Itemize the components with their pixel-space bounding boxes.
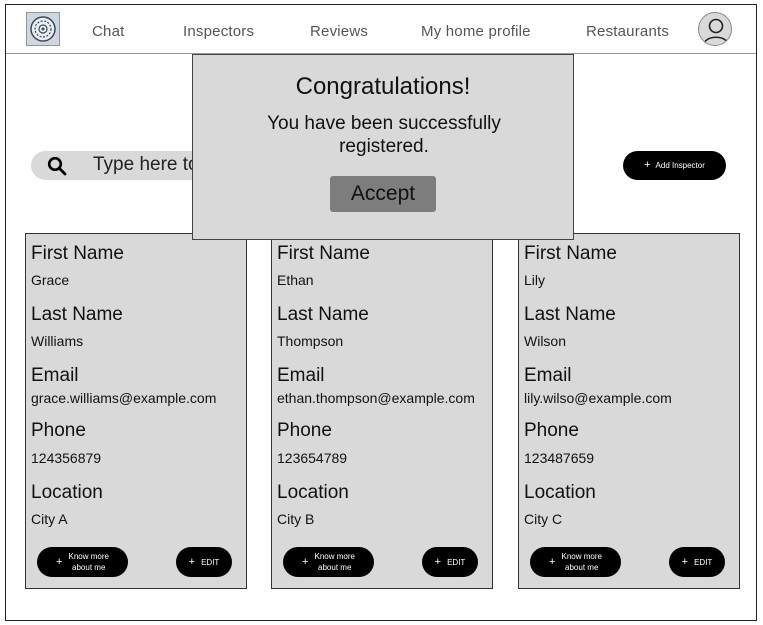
phone-value: 123654789	[277, 450, 348, 466]
edit-label: EDIT	[201, 557, 220, 567]
know-more-line2: about me	[565, 563, 599, 572]
know-more-button[interactable]: + Know more about me	[283, 547, 374, 577]
add-inspector-button[interactable]: + Add Inspector	[623, 151, 726, 180]
phone-label: Phone	[277, 420, 332, 441]
modal-message: You have been successfully registered.	[267, 113, 501, 157]
plus-icon: +	[188, 555, 196, 568]
plus-icon: +	[302, 555, 309, 568]
app-logo-icon[interactable]	[26, 12, 60, 46]
plus-icon: +	[644, 159, 651, 171]
registration-success-modal: Congratulations! You have been successfu…	[192, 54, 574, 240]
location-value: City C	[524, 511, 563, 527]
last-name-label: Last Name	[277, 304, 369, 325]
nav-reviews[interactable]: Reviews	[310, 23, 368, 40]
plus-icon: +	[681, 555, 689, 568]
location-value: City B	[277, 511, 315, 527]
edit-button[interactable]: + EDIT	[422, 547, 478, 577]
add-inspector-label: Add Inspector	[655, 161, 705, 170]
first-name-label: First Name	[277, 243, 370, 264]
plus-icon: +	[549, 555, 556, 568]
email-value: lily.wilso@example.com	[524, 390, 672, 406]
accept-button[interactable]: Accept	[330, 176, 436, 212]
email-label: Email	[277, 365, 325, 386]
search-icon	[47, 156, 67, 176]
nav-inspectors[interactable]: Inspectors	[183, 23, 254, 40]
first-name-value: Grace	[31, 272, 70, 288]
location-label: Location	[277, 482, 349, 503]
know-more-line2: about me	[318, 563, 352, 572]
last-name-label: Last Name	[524, 304, 616, 325]
edit-button[interactable]: + EDIT	[669, 547, 725, 577]
email-value: grace.williams@example.com	[31, 390, 217, 406]
know-more-line1: Know more	[68, 552, 109, 561]
phone-label: Phone	[31, 420, 86, 441]
last-name-value: Thompson	[277, 333, 344, 349]
nav-my-home-profile[interactable]: My home profile	[421, 23, 531, 40]
know-more-line1: Know more	[561, 552, 602, 561]
first-name-label: First Name	[31, 243, 124, 264]
top-navbar: Chat Inspectors Reviews My home profile …	[6, 5, 756, 54]
phone-label: Phone	[524, 420, 579, 441]
modal-title: Congratulations!	[295, 73, 471, 100]
email-value: ethan.thompson@example.com	[277, 390, 475, 406]
phone-value: 123487659	[524, 450, 595, 466]
last-name-value: Williams	[31, 333, 84, 349]
email-label: Email	[31, 365, 79, 386]
edit-label: EDIT	[694, 557, 713, 567]
plus-icon: +	[434, 555, 442, 568]
nav-chat[interactable]: Chat	[92, 23, 125, 40]
first-name-label: First Name	[524, 243, 617, 264]
know-more-line1: Know more	[314, 552, 355, 561]
location-value: City A	[31, 511, 68, 527]
location-label: Location	[31, 482, 103, 503]
first-name-value: Ethan	[277, 272, 314, 288]
inspector-card: First Name Lily Last Name Wilson Email l…	[518, 233, 740, 589]
last-name-value: Wilson	[524, 333, 567, 349]
user-avatar-icon[interactable]	[698, 12, 732, 46]
last-name-label: Last Name	[31, 304, 123, 325]
inspector-card: First Name Grace Last Name Williams Emai…	[25, 233, 247, 589]
email-label: Email	[524, 365, 572, 386]
location-label: Location	[524, 482, 596, 503]
know-more-line2: about me	[72, 563, 106, 572]
inspector-card: First Name Ethan Last Name Thompson Emai…	[271, 233, 493, 589]
first-name-value: Lily	[524, 272, 546, 288]
edit-label: EDIT	[447, 557, 466, 567]
know-more-button[interactable]: + Know more about me	[37, 547, 128, 577]
phone-value: 124356879	[31, 450, 102, 466]
nav-restaurants[interactable]: Restaurants	[586, 23, 669, 40]
plus-icon: +	[56, 555, 63, 568]
edit-button[interactable]: + EDIT	[176, 547, 232, 577]
know-more-button[interactable]: + Know more about me	[530, 547, 621, 577]
